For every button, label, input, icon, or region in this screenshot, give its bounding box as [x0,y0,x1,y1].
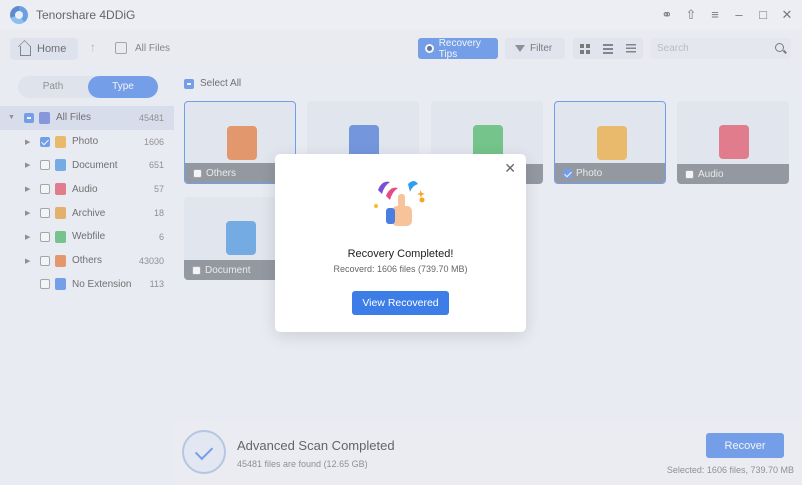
recovery-complete-dialog: ✕ Recovery Completed! Recoverd: 1606 fil… [275,154,526,332]
thumbs-up-celebration-icon [374,181,425,226]
view-recovered-button[interactable]: View Recovered [352,291,449,315]
dialog-close-icon[interactable]: ✕ [504,160,516,177]
dialog-title: Recovery Completed! [347,248,454,260]
dialog-subtitle: Recoverd: 1606 files (739.70 MB) [333,264,468,274]
